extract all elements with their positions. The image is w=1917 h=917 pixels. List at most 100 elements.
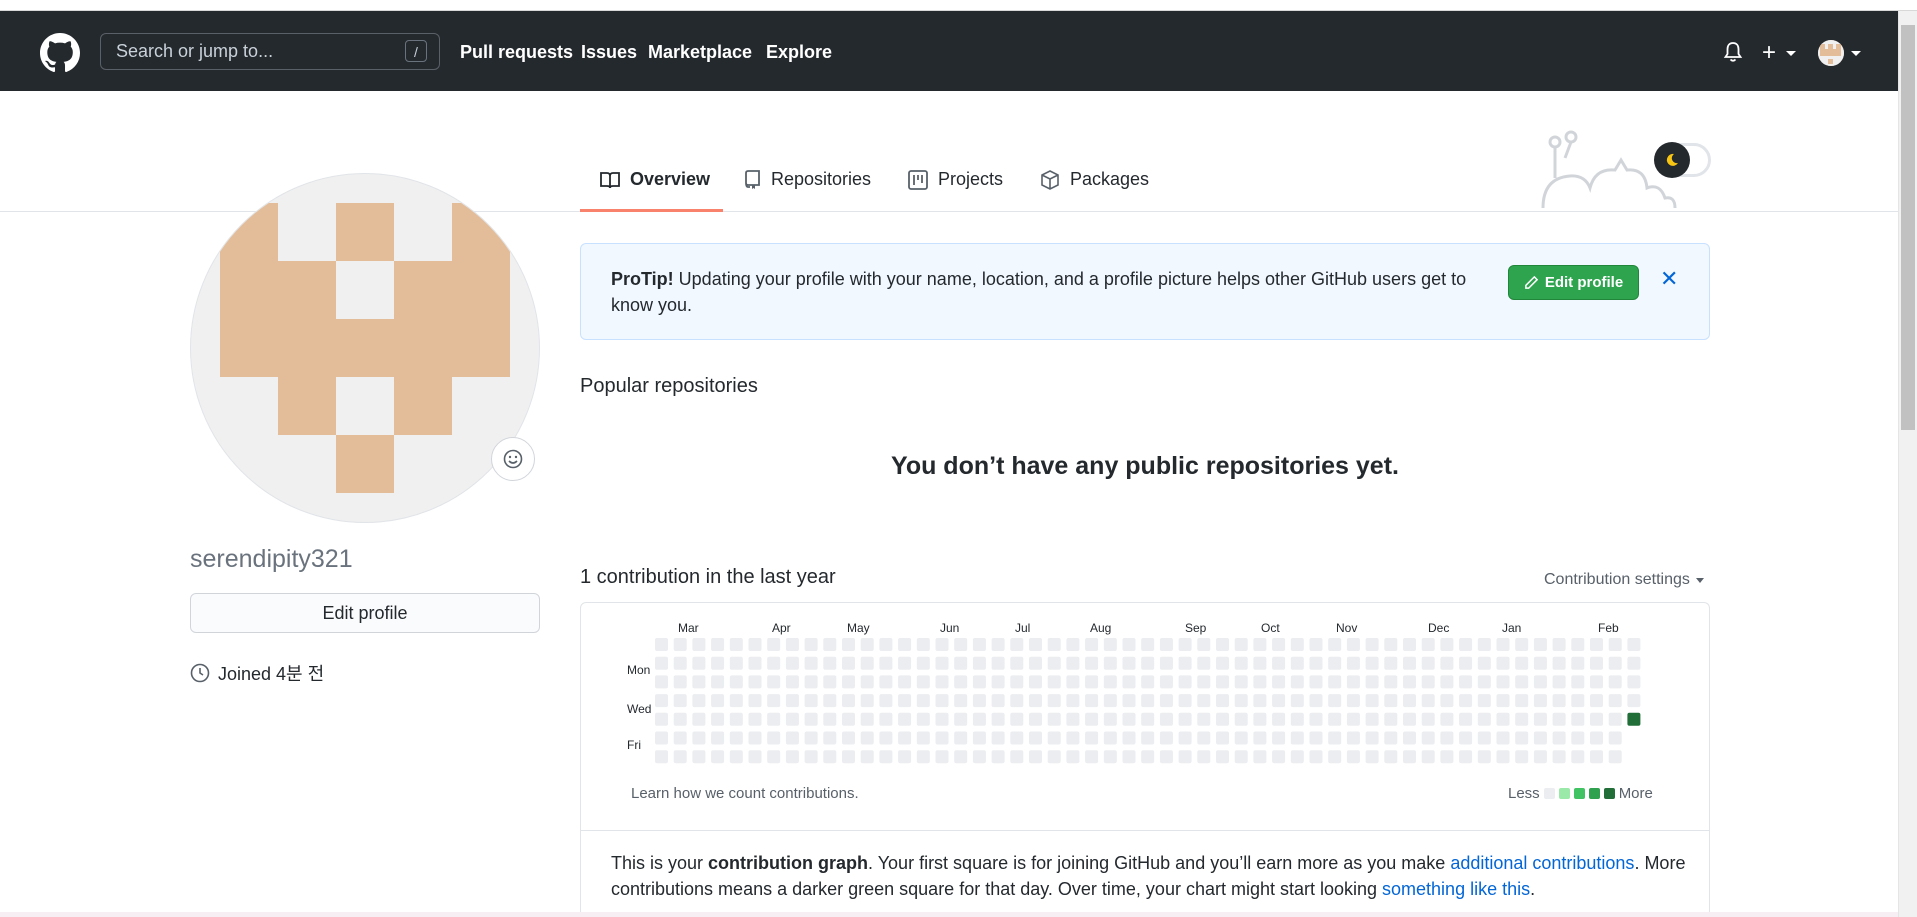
contribution-day[interactable] xyxy=(1459,675,1473,689)
contribution-day[interactable] xyxy=(1272,694,1286,708)
contribution-day[interactable] xyxy=(1234,750,1248,764)
contribution-day[interactable] xyxy=(898,731,912,745)
contribution-day[interactable] xyxy=(673,731,687,745)
contribution-day[interactable] xyxy=(1085,694,1099,708)
contribution-day[interactable] xyxy=(1590,638,1603,651)
contribution-day[interactable] xyxy=(1159,694,1173,708)
contribution-day[interactable] xyxy=(1328,638,1342,651)
contribution-day[interactable] xyxy=(823,638,837,651)
contribution-day[interactable] xyxy=(1571,656,1585,670)
contribution-day[interactable] xyxy=(1403,712,1416,726)
contribution-day[interactable] xyxy=(692,694,706,708)
contribution-day[interactable] xyxy=(655,656,668,670)
contribution-day[interactable] xyxy=(1010,694,1024,708)
contribution-day[interactable] xyxy=(711,750,725,764)
contribution-day[interactable] xyxy=(785,750,799,764)
contribution-day[interactable] xyxy=(804,675,818,689)
contribution-day[interactable] xyxy=(954,694,968,708)
contribution-day[interactable] xyxy=(1571,731,1585,745)
contribution-day[interactable] xyxy=(655,638,668,651)
contribution-day[interactable] xyxy=(1421,638,1435,651)
contribution-day[interactable] xyxy=(1533,750,1547,764)
contribution-day[interactable] xyxy=(898,638,912,651)
contribution-day[interactable] xyxy=(1552,750,1566,764)
contribution-day[interactable] xyxy=(1029,731,1042,745)
contribution-day[interactable] xyxy=(972,638,986,651)
contribution-day[interactable] xyxy=(1122,712,1136,726)
contribution-day[interactable] xyxy=(1403,750,1416,764)
contribution-day[interactable] xyxy=(972,750,986,764)
contribution-day[interactable] xyxy=(1403,638,1416,651)
contribution-day[interactable] xyxy=(860,694,874,708)
contribution-day[interactable] xyxy=(1047,731,1061,745)
contribution-day[interactable] xyxy=(655,675,668,689)
contribution-day[interactable] xyxy=(1141,712,1155,726)
contribution-day[interactable] xyxy=(935,694,949,708)
contribution-day[interactable] xyxy=(1159,675,1173,689)
contribution-day[interactable] xyxy=(1122,638,1136,651)
contribution-day[interactable] xyxy=(729,656,743,670)
contribution-day[interactable] xyxy=(1010,712,1024,726)
contribution-day[interactable] xyxy=(860,750,874,764)
contribution-day[interactable] xyxy=(954,675,968,689)
contribution-day[interactable] xyxy=(673,656,687,670)
contribution-day[interactable] xyxy=(1440,694,1454,708)
contribution-day[interactable] xyxy=(1047,694,1061,708)
contribution-day[interactable] xyxy=(898,712,912,726)
contribution-day[interactable] xyxy=(1047,712,1061,726)
contribution-day[interactable] xyxy=(1178,656,1192,670)
contribution-day[interactable] xyxy=(1103,675,1117,689)
contribution-day[interactable] xyxy=(935,675,949,689)
contribution-day[interactable] xyxy=(1590,731,1603,745)
contribution-day[interactable] xyxy=(1010,638,1024,651)
contribution-day[interactable] xyxy=(1066,675,1080,689)
contribution-day[interactable] xyxy=(748,675,762,689)
contribution-day[interactable] xyxy=(1496,694,1510,708)
contribution-day[interactable] xyxy=(879,712,893,726)
contribution-day[interactable] xyxy=(1309,731,1323,745)
contribution-day[interactable] xyxy=(1608,638,1622,651)
contribution-day[interactable] xyxy=(823,675,837,689)
contribution-day[interactable] xyxy=(1328,731,1342,745)
contribution-day[interactable] xyxy=(655,694,668,708)
contribution-day[interactable] xyxy=(1253,712,1267,726)
contribution-day[interactable] xyxy=(1515,750,1529,764)
contribution-day[interactable] xyxy=(804,712,818,726)
contribution-day[interactable] xyxy=(1141,731,1155,745)
contribution-day[interactable] xyxy=(842,712,855,726)
contribution-day[interactable] xyxy=(1421,694,1435,708)
contribution-day[interactable] xyxy=(1010,750,1024,764)
contribution-day[interactable] xyxy=(711,712,725,726)
contribution-day[interactable] xyxy=(1571,750,1585,764)
contribution-day[interactable] xyxy=(1066,750,1080,764)
contribution-day[interactable] xyxy=(1496,712,1510,726)
contribution-day[interactable] xyxy=(898,694,912,708)
contribution-day[interactable] xyxy=(1533,712,1547,726)
contribution-day[interactable] xyxy=(842,750,855,764)
contribution-day[interactable] xyxy=(1178,638,1192,651)
contribution-day[interactable] xyxy=(860,638,874,651)
contribution-day[interactable] xyxy=(972,731,986,745)
contribution-day[interactable] xyxy=(1290,750,1304,764)
contribution-day[interactable] xyxy=(1459,656,1473,670)
contribution-day[interactable] xyxy=(823,712,837,726)
contribution-day[interactable] xyxy=(1047,750,1061,764)
contribution-day[interactable] xyxy=(1365,675,1379,689)
contribution-day[interactable] xyxy=(1440,750,1454,764)
contribution-day[interactable] xyxy=(748,750,762,764)
contribution-day[interactable] xyxy=(1533,731,1547,745)
nav-marketplace[interactable]: Marketplace xyxy=(648,42,752,63)
contribution-day[interactable] xyxy=(842,731,855,745)
contribution-day[interactable] xyxy=(1253,731,1267,745)
contribution-day[interactable] xyxy=(1384,694,1398,708)
contribution-day[interactable] xyxy=(692,638,706,651)
contribution-day[interactable] xyxy=(1066,712,1080,726)
contribution-day[interactable] xyxy=(879,656,893,670)
contribution-day[interactable] xyxy=(1440,638,1454,651)
contribution-day[interactable] xyxy=(823,694,837,708)
contribution-day[interactable] xyxy=(804,638,818,651)
contribution-day[interactable] xyxy=(767,731,781,745)
contribution-day[interactable] xyxy=(823,656,837,670)
contribution-day[interactable] xyxy=(1272,712,1286,726)
contribution-day[interactable] xyxy=(1272,638,1286,651)
